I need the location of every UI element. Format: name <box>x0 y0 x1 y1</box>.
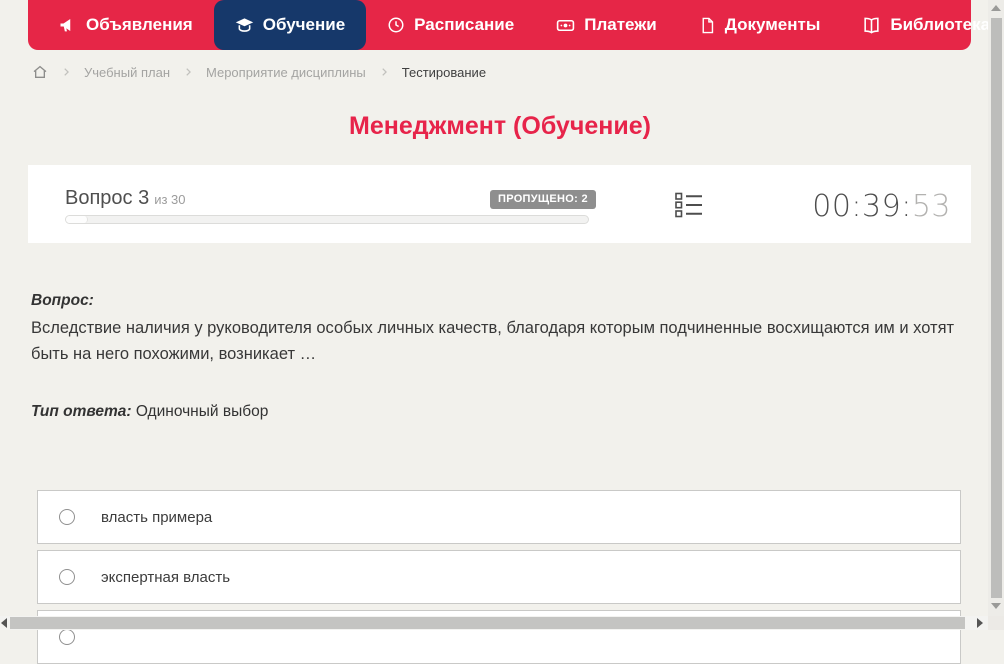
nav-item-announcements[interactable]: Объявления <box>38 0 214 50</box>
home-icon[interactable] <box>32 64 48 80</box>
page-title: Менеджмент (Обучение) <box>0 112 1000 141</box>
timer-seconds: 53 <box>912 189 951 224</box>
answer-option-label: экспертная власть <box>101 569 230 586</box>
nav-item-label: Обучение <box>263 15 345 35</box>
answer-type-label: Тип ответа: <box>31 403 132 420</box>
question-card: Вопрос 3 из 30 ПРОПУЩЕНО: 2 00:39:53 <box>28 165 971 243</box>
nav-item-payments[interactable]: Платежи <box>535 0 678 50</box>
radio-button[interactable] <box>59 629 75 645</box>
vertical-scrollbar[interactable] <box>988 0 1004 616</box>
scroll-left-arrow-icon[interactable] <box>1 618 7 628</box>
breadcrumb-current-testing: Тестирование <box>402 65 486 80</box>
breadcrumb: Учебный план Мероприятие дисциплины Тест… <box>32 62 486 82</box>
banknote-icon <box>556 16 575 35</box>
book-icon <box>862 16 881 35</box>
radio-button[interactable] <box>59 509 75 525</box>
nav-item-label: Документы <box>725 15 821 35</box>
breadcrumb-separator-icon <box>61 67 71 77</box>
breadcrumb-separator-icon <box>183 67 193 77</box>
megaphone-icon <box>59 16 77 34</box>
horizontal-scrollbar[interactable] <box>0 616 988 630</box>
main-nav: Объявления Обучение Расписание Платежи Д… <box>28 0 971 50</box>
nav-item-label: Объявления <box>86 15 193 35</box>
radio-button[interactable] <box>59 569 75 585</box>
graduation-cap-icon <box>235 16 254 35</box>
question-number: Вопрос 3 из 30 <box>65 187 186 210</box>
document-icon <box>699 17 716 34</box>
nav-item-documents[interactable]: Документы <box>678 0 842 50</box>
answer-option[interactable]: экспертная власть <box>37 550 961 604</box>
nav-item-label: Расписание <box>414 15 514 35</box>
question-heading: Вопрос: <box>31 292 94 310</box>
horizontal-scrollbar-thumb[interactable] <box>10 617 965 629</box>
vertical-scrollbar-thumb[interactable] <box>991 18 1002 598</box>
question-number-label: Вопрос 3 <box>65 187 149 209</box>
answer-option[interactable]: власть примера <box>37 490 961 544</box>
question-progress-fill <box>66 216 88 223</box>
skipped-badge: ПРОПУЩЕНО: 2 <box>490 190 596 209</box>
nav-item-label: Библиотека <box>890 15 990 35</box>
scrollbar-corner <box>988 616 1004 630</box>
breadcrumb-separator-icon <box>379 67 389 77</box>
question-text: Вследствие наличия у руководителя особых… <box>31 315 956 367</box>
nav-item-label: Платежи <box>584 15 657 35</box>
scroll-right-arrow-icon[interactable] <box>977 618 983 628</box>
timer-hours-minutes: 00:39: <box>812 189 912 224</box>
question-list-icon <box>675 192 703 218</box>
timer: 00:39:53 <box>812 189 951 224</box>
answer-type-value: Одиночный выбор <box>136 403 269 420</box>
nav-item-training[interactable]: Обучение <box>214 0 366 50</box>
scroll-down-arrow-icon[interactable] <box>991 603 1001 609</box>
question-list-button[interactable] <box>675 192 703 218</box>
breadcrumb-link-discipline-event[interactable]: Мероприятие дисциплины <box>206 65 366 80</box>
test-page: Объявления Обучение Расписание Платежи Д… <box>0 0 1004 630</box>
nav-item-schedule[interactable]: Расписание <box>366 0 535 50</box>
breadcrumb-link-curriculum[interactable]: Учебный план <box>84 65 170 80</box>
answer-option-label: власть примера <box>101 509 212 526</box>
question-progress-bar <box>65 215 589 224</box>
question-total-label: из 30 <box>154 192 185 207</box>
clock-icon <box>387 16 405 34</box>
scroll-up-arrow-icon[interactable] <box>991 5 1001 11</box>
answer-type: Тип ответа: Одиночный выбор <box>31 403 268 421</box>
nav-item-library[interactable]: Библиотека <box>841 0 1004 50</box>
